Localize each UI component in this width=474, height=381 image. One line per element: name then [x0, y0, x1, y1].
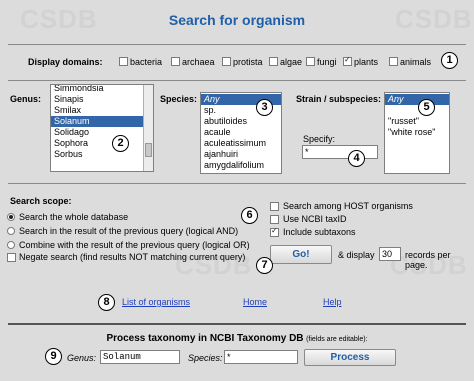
domain-checkbox-fungi[interactable]: [306, 57, 315, 66]
display-suffix: records per page.: [405, 250, 451, 270]
ncbi-note: (fields are editable):: [306, 336, 368, 343]
strain-listbox[interactable]: Any "russet" "white rose": [384, 92, 450, 174]
species-label: Species:: [160, 94, 198, 104]
genus-option[interactable]: Sophora: [51, 138, 143, 149]
help-link[interactable]: Help: [323, 297, 342, 307]
strain-option[interactable]: Any: [385, 94, 449, 105]
process-button[interactable]: Process: [304, 349, 396, 366]
divider: [8, 80, 466, 81]
records-per-page-input[interactable]: 30: [379, 247, 401, 261]
option-checkbox-3[interactable]: [270, 226, 279, 237]
option-checkbox-2[interactable]: [270, 215, 279, 224]
domain-checkbox-plants[interactable]: [343, 55, 352, 66]
strain-option[interactable]: "white rose": [385, 127, 449, 138]
ncbi-genus-label: Genus:: [67, 353, 97, 363]
badge-5: 5: [418, 99, 435, 116]
genus-label: Genus:: [10, 94, 42, 104]
search-scope-label-1: Search the whole database: [19, 212, 129, 222]
genus-option[interactable]: Simmondsia: [51, 85, 143, 94]
genus-option[interactable]: Sinapis: [51, 94, 143, 105]
species-option[interactable]: abutiloides: [201, 116, 281, 127]
species-option[interactable]: aculeatissimum: [201, 138, 281, 149]
species-option[interactable]: amygdalifolium: [201, 160, 281, 171]
domain-checkbox-protista[interactable]: [222, 57, 231, 66]
strain-option[interactable]: "russet": [385, 116, 449, 127]
search-scope-label: Search scope:: [10, 196, 72, 206]
domain-label-animals: animals: [400, 57, 432, 67]
species-option[interactable]: ajanhuiri: [201, 149, 281, 160]
genus-scrollbar[interactable]: [143, 85, 153, 171]
domain-label-archaea: archaea: [182, 57, 215, 67]
genus-option[interactable]: Smilax: [51, 105, 143, 116]
domain-checkbox-archaea[interactable]: [171, 57, 180, 66]
species-option[interactable]: acaule: [201, 127, 281, 138]
badge-7: 7: [256, 257, 273, 274]
home-link[interactable]: Home: [243, 297, 267, 307]
strain-option[interactable]: [385, 105, 449, 116]
search-scope-radio-2[interactable]: [7, 227, 15, 235]
ncbi-title: Process taxonomy in NCBI Taxonomy DB: [106, 333, 304, 344]
search-scope-label-2: Search in the result of the previous que…: [19, 226, 239, 236]
negate-search-label: Negate search (find results NOT matching…: [19, 252, 246, 262]
specify-label: Specify:: [303, 134, 336, 144]
go-button[interactable]: Go!: [270, 245, 332, 264]
negate-search-checkbox[interactable]: [7, 253, 16, 262]
divider: [8, 44, 466, 45]
genus-listbox[interactable]: Simmondsia Sinapis Smilax Solanum Solidago So…: [50, 84, 154, 172]
scrollbar-thumb[interactable]: [145, 143, 152, 157]
domain-label-bacteria: bacteria: [130, 57, 163, 67]
strain-label: Strain / subspecies:: [296, 94, 382, 104]
option-label-3: Include subtaxons: [283, 227, 356, 237]
search-scope-label-3: Combine with the result of the previous …: [19, 240, 250, 250]
search-scope-radio-3[interactable]: [7, 241, 15, 249]
list-of-organisms-link[interactable]: List of organisms: [122, 297, 190, 307]
ncbi-species-label: Species:: [188, 353, 223, 363]
badge-6: 6: [241, 207, 258, 224]
ncbi-species-input[interactable]: *: [224, 350, 298, 364]
domain-checkbox-bacteria[interactable]: [119, 57, 128, 66]
badge-3: 3: [256, 99, 273, 116]
domains-label: Display domains:: [28, 57, 103, 67]
genus-option[interactable]: Sorbus: [51, 149, 143, 160]
search-scope-radio-1[interactable]: [7, 213, 15, 221]
option-label-2: Use NCBI taxID: [283, 214, 347, 224]
page-title: Search for organism: [168, 12, 306, 28]
badge-1: 1: [441, 52, 458, 69]
divider: [8, 323, 466, 325]
option-label-1: Search among HOST organisms: [283, 201, 413, 211]
domain-checkbox-animals[interactable]: [389, 57, 398, 66]
domain-label-fungi: fungi: [317, 57, 337, 67]
domain-label-protista: protista: [233, 57, 263, 67]
domain-label-algae: algae: [280, 57, 303, 67]
genus-option[interactable]: Solanum: [51, 116, 143, 127]
domain-checkbox-algae[interactable]: [269, 57, 278, 66]
badge-9: 9: [45, 348, 62, 365]
badge-8: 8: [98, 294, 115, 311]
display-prefix: & display: [338, 250, 375, 260]
strain-specify-input[interactable]: *: [302, 145, 378, 159]
badge-2: 2: [112, 135, 129, 152]
divider: [8, 183, 466, 184]
genus-option[interactable]: Solidago: [51, 127, 143, 138]
ncbi-section-title: Process taxonomy in NCBI Taxonomy DB (fi…: [0, 333, 474, 344]
ncbi-genus-input[interactable]: Solanum: [100, 350, 180, 364]
domain-label-plants: plants: [354, 57, 379, 67]
badge-4: 4: [348, 150, 365, 167]
option-checkbox-1[interactable]: [270, 202, 279, 211]
